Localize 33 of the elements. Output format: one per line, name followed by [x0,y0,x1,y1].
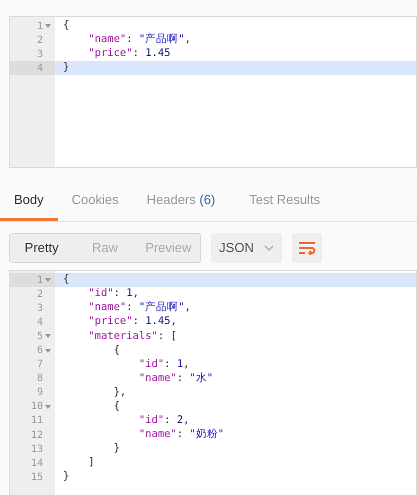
line-number: 8 [36,372,43,386]
response-tab[interactable]: Test Results [235,181,334,221]
line-number: 2 [36,288,43,302]
wrap-lines-icon[interactable] [292,233,322,263]
line-number: 12 [30,428,43,443]
chevron-down-icon [264,245,274,251]
line-number: 3 [36,48,43,62]
response-tab[interactable]: Headers (6) [132,181,230,221]
fold-caret-icon[interactable] [45,404,51,409]
line-number: 14 [30,456,43,471]
line-number: 10 [30,400,43,414]
response-tab[interactable]: Body [0,181,58,221]
format-select[interactable]: JSON [211,233,282,263]
response-tab[interactable]: Cookies [58,181,133,221]
request-body-editor[interactable]: 1 2 3 4 { "name": "产品啊", "price": 1.45 } [9,16,417,168]
line-number: 15 [30,470,43,485]
fold-caret-icon[interactable] [45,348,51,353]
line-number: 2 [36,34,43,48]
line-number: 3 [36,302,43,316]
fold-caret-icon[interactable] [45,278,51,282]
line-number: 4 [36,316,43,330]
line-number: 13 [30,442,43,457]
line-number: 1 [36,20,43,34]
line-number: 7 [36,358,43,372]
line-number: 1 [36,274,43,288]
fold-caret-icon[interactable] [45,24,51,28]
view-mode-tab[interactable]: Pretty [10,234,74,262]
line-number: 4 [36,62,43,76]
line-number: 6 [36,344,43,358]
fold-caret-icon[interactable] [45,334,51,338]
line-number: 11 [30,414,43,428]
line-number: 5 [36,330,43,344]
line-number: 9 [36,386,43,400]
